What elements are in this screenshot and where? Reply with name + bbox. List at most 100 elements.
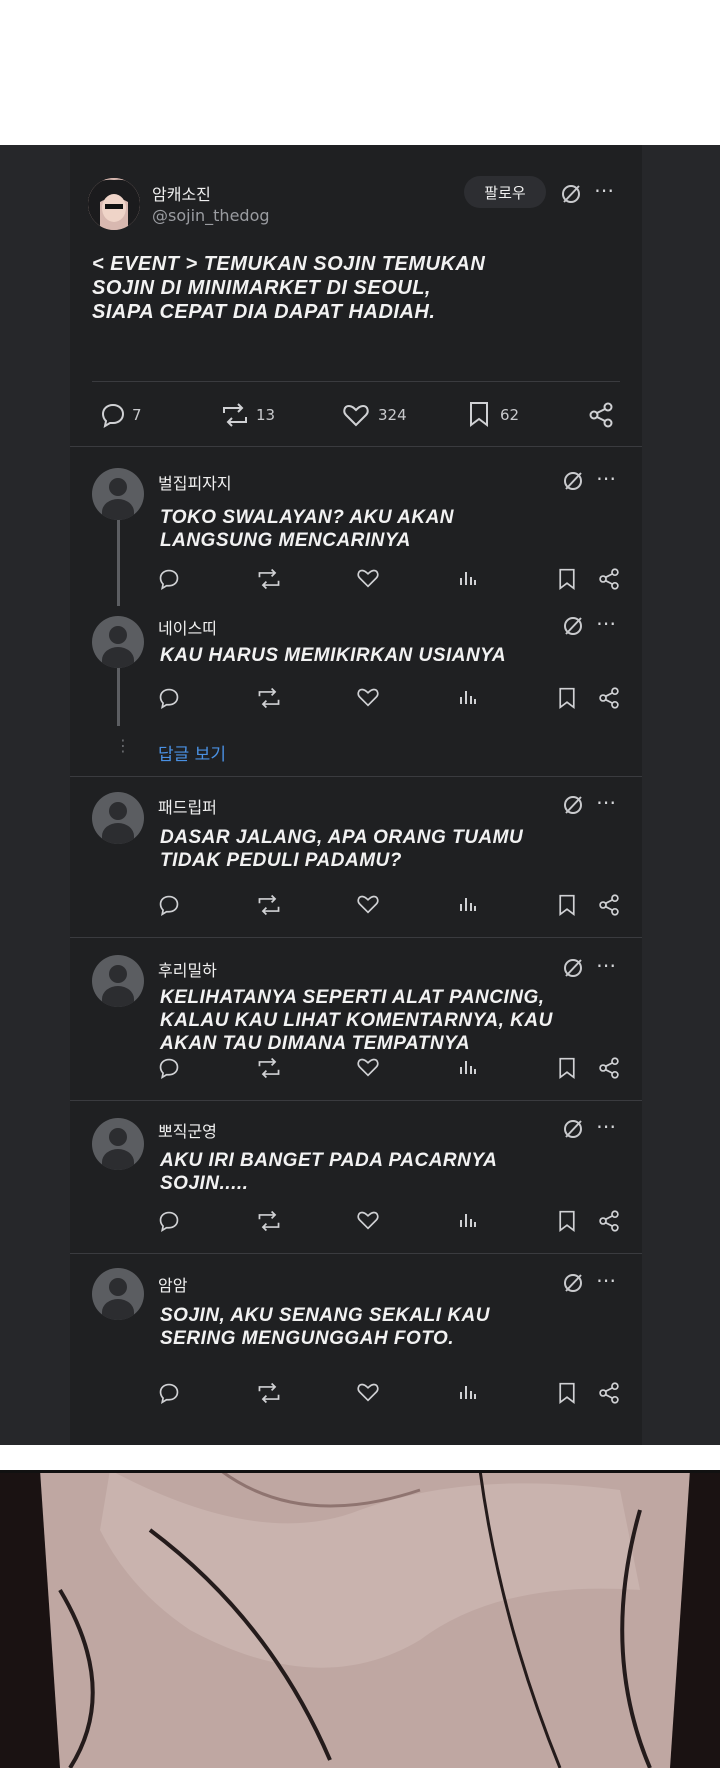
reply-icon[interactable] <box>158 687 180 713</box>
share-icon[interactable] <box>598 568 620 594</box>
reply-text-line: AKAN TAU DIMANA TEMPATNYA <box>160 1033 471 1054</box>
reply-avatar[interactable] <box>92 468 144 520</box>
reply-text: KELIHATANYA SEPERTI ALAT PANCING, KALAU K… <box>160 986 553 1055</box>
more-icon[interactable]: ⋯ <box>596 953 616 977</box>
like-icon[interactable] <box>343 403 369 427</box>
grok-icon[interactable] <box>562 794 584 820</box>
grok-icon[interactable] <box>562 615 584 641</box>
reply-icon[interactable] <box>158 1057 180 1083</box>
grok-icon[interactable] <box>560 183 582 205</box>
repost-icon[interactable] <box>256 894 282 920</box>
like-icon[interactable] <box>357 568 379 592</box>
reply-avatar[interactable] <box>92 955 144 1007</box>
share-icon[interactable] <box>598 1382 620 1408</box>
share-icon[interactable] <box>598 687 620 713</box>
reply-author-name[interactable]: 암암 <box>158 1272 187 1296</box>
more-icon[interactable]: ⋯ <box>596 790 616 814</box>
reply-divider <box>70 937 642 938</box>
like-icon[interactable] <box>357 894 379 918</box>
repost-icon[interactable] <box>256 1382 282 1408</box>
bookmark-icon[interactable] <box>557 1057 577 1083</box>
bookmark-icon[interactable] <box>557 1382 577 1408</box>
reply-icon[interactable] <box>158 1382 180 1408</box>
reply-author-name[interactable]: 네이스띠 <box>158 615 217 639</box>
repost-icon[interactable] <box>256 568 282 594</box>
reply-text-line: TOKO SWALAYAN? AKU AKAN <box>160 507 455 528</box>
reply-icon[interactable] <box>100 402 126 428</box>
reply-text: DASAR JALANG, APA ORANG TUAMU TIDAK PEDUL… <box>160 826 523 872</box>
share-icon[interactable] <box>588 402 614 428</box>
more-icon[interactable]: ⋯ <box>596 466 616 490</box>
author-avatar[interactable] <box>88 178 140 230</box>
reply-text-line: TIDAK PEDULI PADAMU? <box>160 850 402 871</box>
grok-icon[interactable] <box>562 1272 584 1298</box>
repost-icon[interactable] <box>256 687 282 713</box>
reply-text-line: DASAR JALANG, APA ORANG TUAMU <box>160 827 524 848</box>
reply-text: TOKO SWALAYAN? AKU AKAN LANGSUNG MENCARIN… <box>160 506 454 552</box>
more-icon[interactable]: ⋯ <box>596 611 616 635</box>
like-icon[interactable] <box>357 1382 379 1406</box>
views-icon[interactable] <box>458 568 478 592</box>
main-post-text: < EVENT > TEMUKAN SOJIN TEMUKAN SOJIN DI… <box>92 252 485 324</box>
like-icon[interactable] <box>357 687 379 711</box>
share-icon[interactable] <box>598 1057 620 1083</box>
reply-avatar[interactable] <box>92 1268 144 1320</box>
follow-button[interactable]: 팔로우 <box>464 176 546 208</box>
thread-line <box>117 516 120 606</box>
views-icon[interactable] <box>458 1382 478 1406</box>
post-divider <box>92 381 620 382</box>
see-replies-link[interactable]: 답글 보기 <box>158 740 226 765</box>
repost-icon[interactable] <box>256 1057 282 1083</box>
grok-icon[interactable] <box>562 957 584 983</box>
author-handle[interactable]: @sojin_thedog <box>152 206 270 225</box>
share-icon[interactable] <box>598 894 620 920</box>
reply-divider <box>70 1253 642 1254</box>
bookmark-icon[interactable] <box>557 568 577 594</box>
reply-divider <box>70 776 642 777</box>
grok-icon[interactable] <box>562 470 584 496</box>
bookmark-icon[interactable] <box>557 894 577 920</box>
reply-icon[interactable] <box>158 894 180 920</box>
more-icon[interactable]: ⋯ <box>596 1114 616 1138</box>
bookmark-count: 62 <box>500 406 520 424</box>
repost-icon[interactable] <box>256 1210 282 1236</box>
reply-icon[interactable] <box>158 1210 180 1236</box>
reply-author-name[interactable]: 뽀직군영 <box>158 1118 217 1142</box>
reply-text-line: SERING MENGUNGGAH FOTO. <box>160 1328 455 1349</box>
author-display-name[interactable]: 암캐소진 <box>152 181 211 205</box>
reply-text: AKU IRI BANGET PADA PACARNYA SOJIN..... <box>160 1149 497 1195</box>
views-icon[interactable] <box>458 1210 478 1234</box>
reply-icon[interactable] <box>158 568 180 594</box>
reply-author-name[interactable]: 패드립퍼 <box>158 794 217 818</box>
share-icon[interactable] <box>598 1210 620 1236</box>
views-icon[interactable] <box>458 687 478 711</box>
main-post-line: < EVENT > TEMUKAN SOJIN TEMUKAN <box>92 253 486 275</box>
reply-text: SOJIN, AKU SENANG SEKALI KAU SERING MENGU… <box>160 1304 490 1350</box>
more-icon[interactable]: ⋯ <box>596 1268 616 1292</box>
reply-avatar[interactable] <box>92 616 144 668</box>
bookmark-icon[interactable] <box>557 687 577 713</box>
views-icon[interactable] <box>458 1057 478 1081</box>
repost-count: 13 <box>256 406 276 424</box>
reply-text-line: LANGSUNG MENCARINYA <box>160 530 411 551</box>
grok-icon[interactable] <box>562 1118 584 1144</box>
thread-dots: ⋮ <box>115 736 131 755</box>
reply-author-name[interactable]: 벌집피자지 <box>158 470 232 494</box>
bookmark-icon[interactable] <box>557 1210 577 1236</box>
main-post-line: SOJIN DI MINIMARKET DI SEOUL, <box>92 277 431 299</box>
bookmark-icon[interactable] <box>468 401 490 427</box>
like-icon[interactable] <box>357 1210 379 1234</box>
reply-avatar[interactable] <box>92 792 144 844</box>
like-count: 324 <box>378 406 407 424</box>
reply-author-name[interactable]: 후리밀하 <box>158 957 217 981</box>
like-icon[interactable] <box>357 1057 379 1081</box>
thread-line <box>117 664 120 726</box>
repost-icon[interactable] <box>220 403 250 427</box>
feed-card <box>70 145 642 1445</box>
main-post-line: SIAPA CEPAT DIA DAPAT HADIAH. <box>92 301 436 323</box>
post-divider <box>70 446 642 447</box>
more-icon[interactable]: ⋯ <box>594 178 614 202</box>
views-icon[interactable] <box>458 894 478 918</box>
reply-avatar[interactable] <box>92 1118 144 1170</box>
reply-text-line: KAU HARUS MEMIKIRKAN USIANYA <box>160 645 507 666</box>
